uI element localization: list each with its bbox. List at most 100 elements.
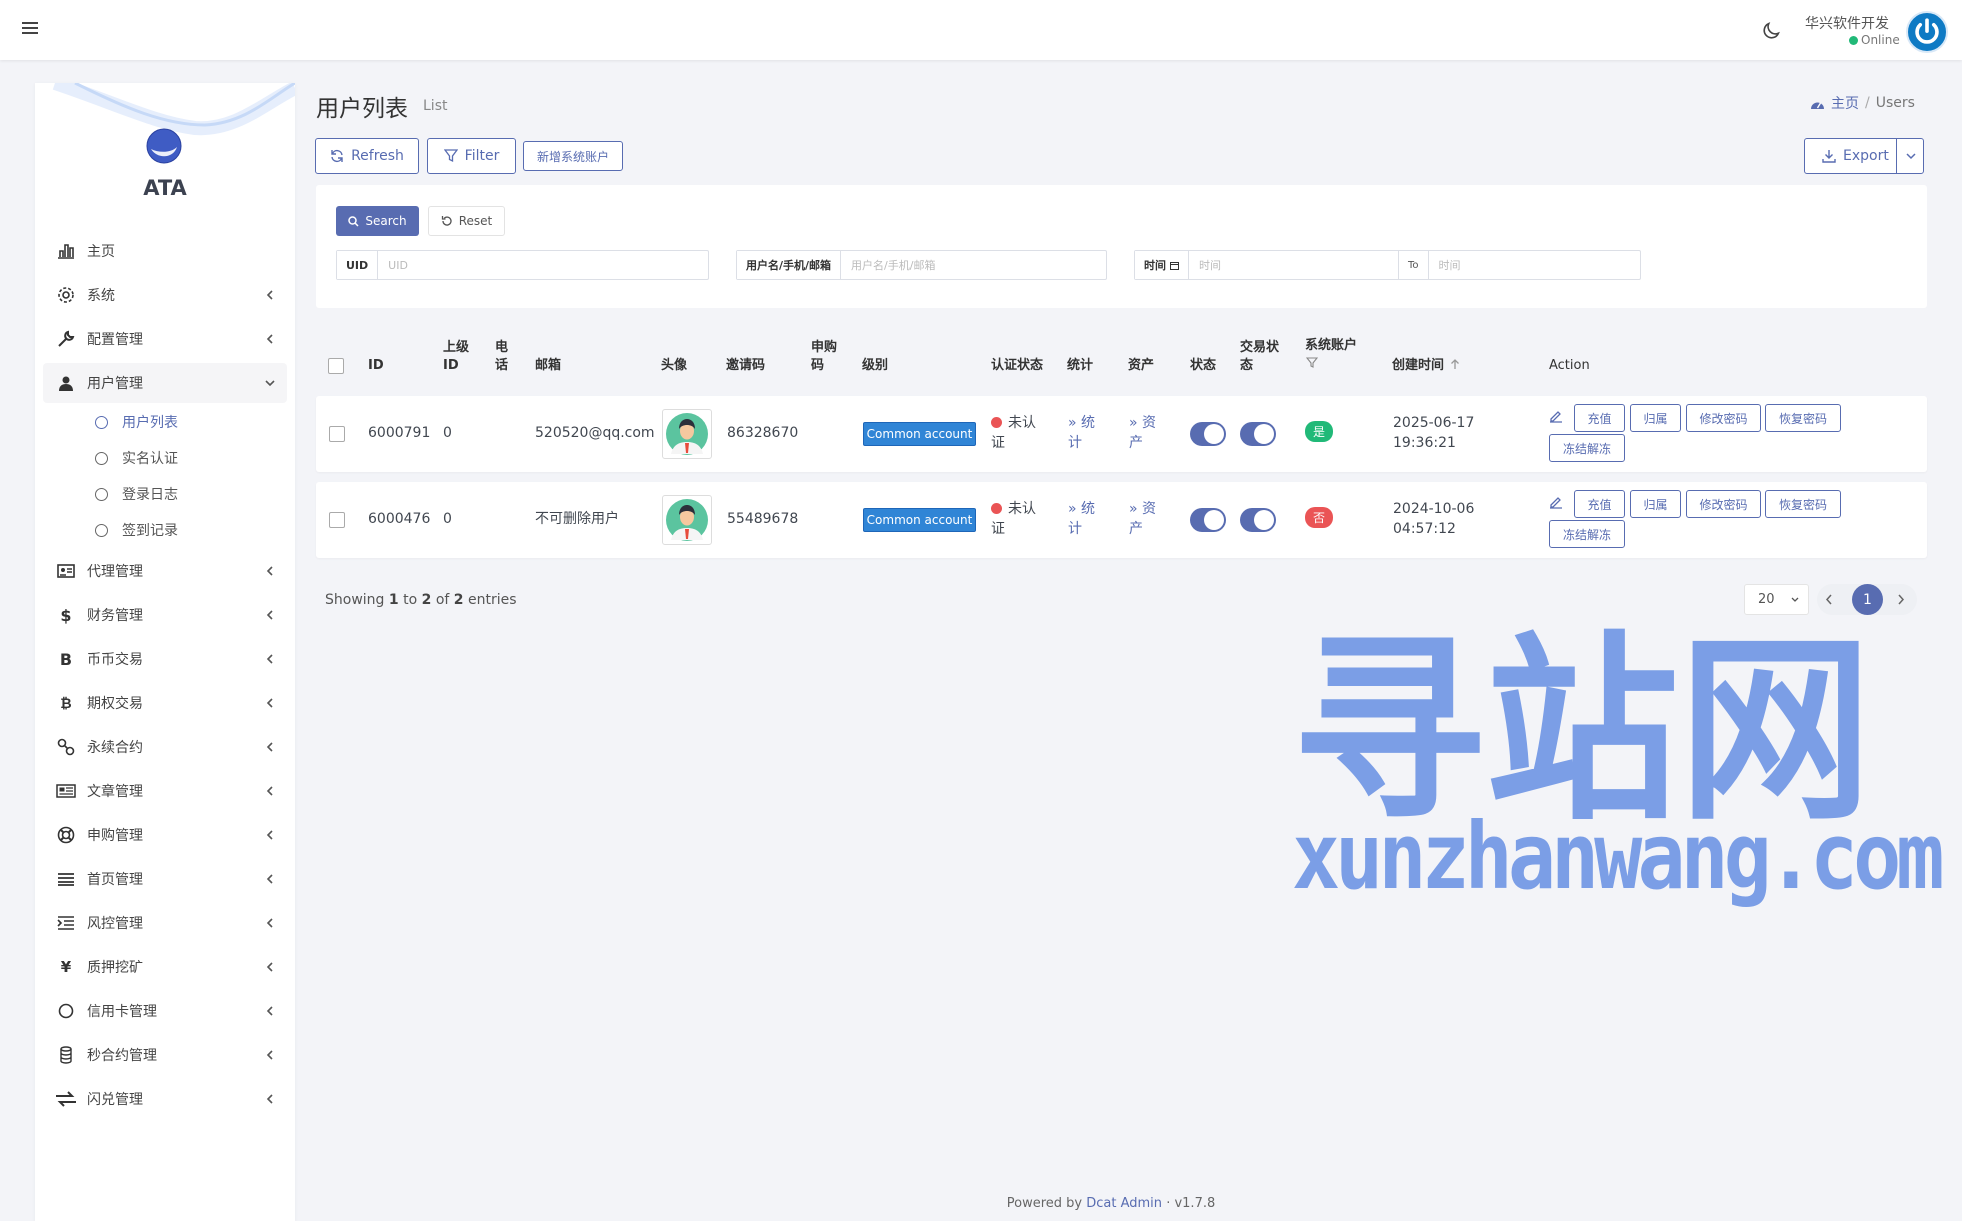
filter-button[interactable]: Filter (427, 138, 516, 174)
change-password-button[interactable]: 修改密码 (1686, 490, 1761, 518)
user-input[interactable]: 用户名/手机/邮箱 (841, 251, 1106, 279)
page-subtitle: List (423, 98, 448, 114)
sidebar-item-staking[interactable]: ¥ 质押挖矿 (43, 947, 287, 987)
page-button-current[interactable]: 1 (1852, 584, 1883, 615)
user-filter-label: 用户名/手机/邮箱 (737, 251, 842, 279)
freeze-unfreeze-button[interactable]: 冻结解冻 (1549, 520, 1625, 548)
export-button[interactable]: Export (1804, 138, 1924, 174)
chevron-down-icon[interactable] (1906, 153, 1916, 160)
user-status-text: Online (1861, 33, 1900, 47)
restore-password-button[interactable]: 恢复密码 (1765, 490, 1841, 518)
sidebar-subitem-login-log[interactable]: 登录日志 (95, 479, 178, 509)
sidebar-subitem-checkin[interactable]: 签到记录 (95, 515, 178, 545)
trade-status-toggle[interactable] (1240, 508, 1276, 532)
user-avatar[interactable] (1906, 11, 1948, 53)
reset-button[interactable]: Reset (428, 206, 505, 236)
col-header-created-time[interactable]: 创建时间 (1392, 357, 1444, 374)
search-button[interactable]: Search (336, 206, 419, 236)
sidebar-item-second-contract[interactable]: 秒合约管理 (43, 1035, 287, 1075)
time-end-input[interactable]: 时间 (1429, 251, 1640, 279)
showing-to-word: to (403, 592, 418, 608)
select-all-checkbox[interactable] (328, 358, 344, 374)
life-ring-icon (55, 824, 77, 846)
toggle-knob (1254, 424, 1274, 444)
sidebar-item-homepage[interactable]: 首页管理 (43, 859, 287, 899)
user-name[interactable]: 华兴软件开发 (1805, 13, 1889, 33)
recharge-button[interactable]: 充值 (1574, 404, 1625, 432)
per-page-select[interactable]: 20 (1744, 584, 1809, 615)
wrench-icon (55, 328, 77, 350)
per-page-value: 20 (1758, 592, 1775, 607)
column-filter-icon[interactable] (1306, 357, 1318, 369)
time-start-input[interactable]: 时间 (1189, 251, 1399, 279)
col-header-id[interactable]: ID (368, 357, 384, 374)
sidebar-subitem-verification[interactable]: 实名认证 (95, 443, 178, 473)
refresh-button[interactable]: Refresh (315, 138, 419, 174)
sidebar-item-credit-card[interactable]: 信用卡管理 (43, 991, 287, 1031)
freeze-unfreeze-button[interactable]: 冻结解冻 (1549, 434, 1625, 462)
cell-id: 6000791 (368, 425, 431, 441)
row-checkbox[interactable] (329, 426, 345, 442)
level-badge: Common account (863, 422, 976, 446)
chevron-left-icon (266, 334, 273, 344)
sidebar-item-options[interactable]: ₿ 期权交易 (43, 683, 287, 723)
filter-icon (443, 149, 458, 163)
chevron-left-icon (266, 830, 273, 840)
col-header-parent-id-line2: ID (443, 358, 459, 373)
recharge-button[interactable]: 充值 (1574, 490, 1625, 518)
footer-link[interactable]: Dcat Admin (1086, 1196, 1162, 1211)
row-checkbox[interactable] (329, 512, 345, 528)
cell-created-date: 2024-10-06 (1393, 501, 1475, 517)
sidebar-item-system[interactable]: 系统 (43, 275, 287, 315)
sidebar-item-label: 闪兑管理 (87, 1092, 143, 1108)
stats-link-line2[interactable]: 计 (1068, 519, 1082, 539)
search-icon (348, 215, 359, 227)
sidebar-item-label: 永续合约 (87, 740, 143, 756)
belong-button[interactable]: 归属 (1630, 404, 1681, 432)
sidebar-item-articles[interactable]: 文章管理 (43, 771, 287, 811)
sidebar-item-perpetual[interactable]: 永续合约 (43, 727, 287, 767)
status-toggle[interactable] (1190, 422, 1226, 446)
edit-icon[interactable] (1549, 495, 1563, 509)
sidebar-item-subscription[interactable]: 申购管理 (43, 815, 287, 855)
edit-icon[interactable] (1549, 409, 1563, 423)
add-system-account-button[interactable]: 新增系统账户 (523, 141, 623, 171)
sidebar-item-agent[interactable]: 代理管理 (43, 551, 287, 591)
sidebar-subitem-user-list[interactable]: 用户列表 (95, 407, 178, 437)
avatar[interactable] (662, 495, 712, 545)
change-password-button[interactable]: 修改密码 (1686, 404, 1761, 432)
stats-link-line1[interactable]: » 统 (1068, 499, 1095, 519)
chevron-right-icon[interactable] (1897, 594, 1905, 605)
breadcrumb-home[interactable]: 主页 (1831, 93, 1859, 113)
hamburger-menu-icon[interactable] (18, 16, 42, 40)
sidebar-item-users[interactable]: 用户管理 (43, 363, 287, 403)
stats-link-line2[interactable]: 计 (1068, 433, 1082, 453)
filter-label: Filter (464, 148, 500, 164)
uid-input[interactable]: UID (378, 251, 708, 279)
assets-link-line1[interactable]: » 资 (1129, 413, 1156, 433)
avatar[interactable] (662, 409, 712, 459)
sidebar-item-config[interactable]: 配置管理 (43, 319, 287, 359)
sidebar-item-finance[interactable]: $ 财务管理 (43, 595, 287, 635)
sidebar-item-spot-trading[interactable]: B 币币交易 (43, 639, 287, 679)
sidebar-subitem-label: 用户列表 (122, 415, 178, 431)
cell-auth-line2: 证 (991, 521, 1005, 537)
chevron-left-icon[interactable] (1825, 594, 1833, 605)
trade-status-toggle[interactable] (1240, 422, 1276, 446)
assets-link-line1[interactable]: » 资 (1129, 499, 1156, 519)
stats-link-line1[interactable]: » 统 (1068, 413, 1095, 433)
restore-password-button[interactable]: 恢复密码 (1765, 404, 1841, 432)
breadcrumb-current: Users (1875, 95, 1915, 111)
assets-link-line2[interactable]: 产 (1129, 433, 1143, 453)
sidebar-item-home[interactable]: 主页 (43, 231, 287, 271)
belong-button[interactable]: 归属 (1630, 490, 1681, 518)
sort-up-icon[interactable] (1450, 358, 1460, 370)
assets-link-line2[interactable]: 产 (1129, 519, 1143, 539)
chevron-left-icon (266, 1094, 273, 1104)
chevron-left-icon (266, 290, 273, 300)
status-toggle[interactable] (1190, 508, 1226, 532)
sidebar-item-risk[interactable]: 风控管理 (43, 903, 287, 943)
filter-panel: Search Reset UID UID 用户名/手机/邮箱 用户名/手机/邮箱… (316, 185, 1927, 308)
sidebar-item-flash-exchange[interactable]: 闪兑管理 (43, 1079, 287, 1119)
dark-mode-moon-icon[interactable] (1760, 20, 1782, 42)
